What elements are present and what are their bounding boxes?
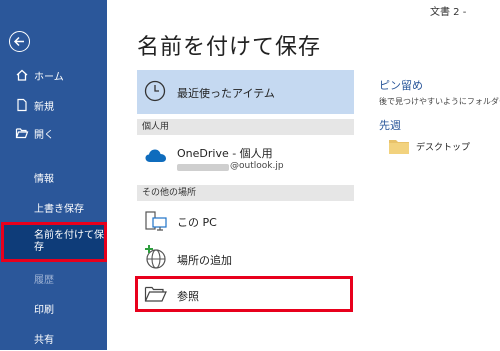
location-label: 場所の追加	[177, 254, 232, 267]
sidebar-item-open[interactable]: 開く	[0, 120, 107, 146]
clock-icon	[144, 80, 166, 102]
location-label: 参照	[177, 290, 199, 303]
open-folder-icon	[15, 128, 29, 139]
page-title: 名前を付けて保存	[137, 35, 322, 60]
sidebar-item-label: 上書き保存	[34, 203, 84, 215]
section-other-places: その他の場所	[137, 185, 354, 201]
computer-icon	[145, 211, 167, 231]
sidebar-item-history: 履歴	[0, 265, 107, 291]
location-label: 最近使ったアイテム	[177, 87, 275, 100]
document-title: 文書 2 -	[430, 7, 467, 18]
sidebar-item-label: 新規	[34, 101, 54, 113]
location-onedrive[interactable]: OneDrive - 個人用 @outlook.jp	[137, 140, 354, 180]
back-button[interactable]	[9, 31, 30, 52]
new-document-icon	[17, 98, 27, 112]
sidebar-item-info[interactable]: 情報	[0, 164, 107, 190]
location-browse[interactable]: 参照	[137, 279, 354, 309]
onedrive-account: @outlook.jp	[230, 161, 284, 171]
sidebar-item-label: 情報	[34, 173, 54, 185]
sidebar-item-label: 履歴	[34, 274, 54, 286]
section-personal: 個人用	[137, 119, 354, 135]
add-place-globe-icon	[145, 245, 166, 269]
onedrive-label: OneDrive - 個人用	[177, 147, 273, 160]
location-this-pc[interactable]: この PC	[137, 204, 354, 238]
sidebar-item-label: 共有	[34, 334, 54, 346]
onedrive-cloud-icon	[145, 149, 166, 162]
location-recent[interactable]: 最近使ったアイテム	[137, 70, 354, 114]
location-add-place[interactable]: 場所の追加	[137, 242, 354, 274]
folder-item-desktop[interactable]: デスクトップ	[388, 137, 500, 157]
sidebar-item-save-as[interactable]: 名前を付けて保 存	[1, 222, 107, 262]
sidebar-item-print[interactable]: 印刷	[0, 295, 107, 321]
backstage-sidebar: ホーム 新規 開く 情報 上書き保存 名前を付けて保 存 履歴 印刷 共有	[0, 0, 107, 350]
sidebar-item-label: 名前を付けて保 存	[34, 230, 104, 253]
sidebar-item-label: 開く	[34, 129, 54, 141]
sidebar-item-home[interactable]: ホーム	[0, 62, 107, 88]
pinned-hint: 後で見つけやすいようにフォルダーを	[379, 97, 500, 106]
pinned-heading: ピン留め	[379, 79, 423, 92]
lastweek-heading: 先週	[379, 119, 401, 132]
location-label: この PC	[177, 216, 217, 229]
folder-open-icon	[144, 286, 167, 302]
home-icon	[16, 69, 28, 81]
sidebar-item-label: 印刷	[34, 304, 54, 316]
folder-icon	[389, 140, 409, 154]
sidebar-item-save[interactable]: 上書き保存	[0, 194, 107, 220]
sidebar-item-share[interactable]: 共有	[0, 325, 107, 351]
arrow-left-icon	[13, 36, 24, 47]
sidebar-item-new[interactable]: 新規	[0, 92, 107, 118]
redacted-email-block	[177, 164, 229, 171]
sidebar-item-label: ホーム	[34, 71, 64, 83]
folder-label: デスクトップ	[416, 143, 471, 153]
